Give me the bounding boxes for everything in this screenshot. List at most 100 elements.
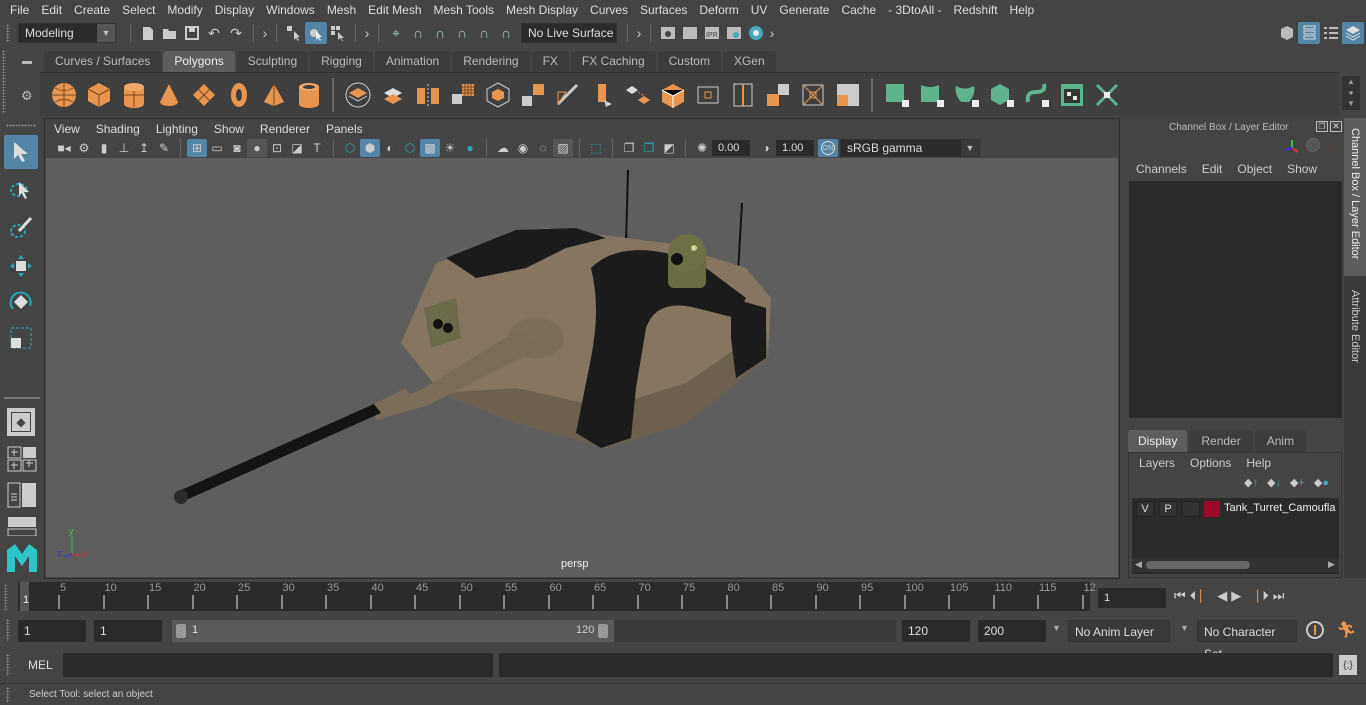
poly-cube-icon[interactable]: [81, 77, 116, 113]
menu-curves[interactable]: Curves: [584, 3, 634, 17]
grip-handle[interactable]: [6, 24, 10, 42]
speed-icon[interactable]: [1306, 138, 1320, 152]
exposure-field[interactable]: 0.00: [712, 140, 750, 156]
play-forward-icon[interactable]: ▶: [1231, 588, 1241, 604]
open-scene-icon[interactable]: [159, 22, 181, 44]
shadows-icon[interactable]: ●: [460, 139, 480, 157]
shelf-tab-xgen[interactable]: XGen: [722, 51, 776, 72]
shelf-tab-rigging[interactable]: Rigging: [310, 51, 373, 72]
use-default-material-icon[interactable]: ◐: [380, 139, 400, 157]
menu-select[interactable]: Select: [116, 3, 161, 17]
resolution-gate-icon[interactable]: ◙: [227, 139, 247, 157]
new-scene-icon[interactable]: [137, 22, 159, 44]
motion-blur-icon[interactable]: ◉: [513, 139, 533, 157]
fill-hole-icon[interactable]: [830, 77, 865, 113]
layer-tab-render[interactable]: Render: [1189, 430, 1253, 452]
playback-end-field[interactable]: 120: [902, 620, 970, 642]
layer-tab-display[interactable]: Display: [1128, 430, 1188, 452]
use-all-lights-icon[interactable]: ☀: [440, 139, 460, 157]
menu-cache[interactable]: Cache: [835, 3, 882, 17]
close-icon[interactable]: ✕: [1330, 121, 1342, 132]
rotate-tool-icon[interactable]: [4, 285, 38, 319]
cube-outline-icon[interactable]: [480, 77, 515, 113]
persp-graph-layout-icon[interactable]: [7, 516, 37, 537]
bookmark-icon[interactable]: ▮: [94, 139, 114, 157]
range-end-handle[interactable]: [598, 624, 608, 638]
new-layer-selected-icon[interactable]: ◆●: [1314, 476, 1329, 489]
modeling-toolkit-icon[interactable]: [1276, 22, 1298, 44]
select-object-icon[interactable]: [305, 22, 327, 44]
shelf-tab-rendering[interactable]: Rendering: [452, 51, 530, 72]
collapse-arrow-icon[interactable]: ›: [362, 22, 372, 44]
shelf-tab-fx[interactable]: FX: [531, 51, 569, 72]
single-perspective-layout-icon[interactable]: ◆: [7, 408, 35, 436]
bevel-icon[interactable]: [620, 77, 655, 113]
range-start-handle[interactable]: [176, 624, 186, 638]
script-editor-icon[interactable]: {;}: [1339, 655, 1357, 675]
shelf-scrollbar[interactable]: ▲ ● ▼: [1342, 76, 1360, 110]
poly-cylinder-icon[interactable]: [116, 77, 151, 113]
vp-menu-lighting[interactable]: Lighting: [148, 122, 206, 136]
shelf-tab-custom[interactable]: Custom: [657, 51, 721, 72]
anti-aliasing-icon[interactable]: ◌: [533, 139, 553, 157]
film-gate-icon[interactable]: ▭: [207, 139, 227, 157]
grid-icon[interactable]: ⊞: [187, 139, 207, 157]
attribute-editor-toggle-icon[interactable]: [1298, 22, 1320, 44]
select-component-icon[interactable]: [327, 22, 349, 44]
menu-edit-mesh[interactable]: Edit Mesh: [362, 3, 427, 17]
smooth-shade-icon[interactable]: ⬢: [360, 139, 380, 157]
menu-edit[interactable]: Edit: [35, 3, 68, 17]
smooth-icon[interactable]: [445, 77, 480, 113]
menu-modify[interactable]: Modify: [161, 3, 208, 17]
end-time-field[interactable]: 200: [978, 620, 1046, 642]
menu-file[interactable]: File: [4, 3, 35, 17]
menu-mesh-tools[interactable]: Mesh Tools: [428, 3, 500, 17]
grease-pencil-icon[interactable]: ✎: [154, 139, 174, 157]
shelf-menu-icon[interactable]: [22, 61, 32, 64]
channel-box-toggle-icon[interactable]: [1342, 22, 1364, 44]
menu-3dtoall[interactable]: - 3DtoAll -: [882, 3, 947, 17]
layout-uv-icon[interactable]: [1089, 77, 1124, 113]
next-key-icon[interactable]: ⎹: [1245, 588, 1258, 604]
move-tool-icon[interactable]: [4, 249, 38, 283]
multi-cut-icon[interactable]: [550, 77, 585, 113]
shelf-tab-animation[interactable]: Animation: [374, 51, 451, 72]
mirror-icon[interactable]: [410, 77, 445, 113]
grip-handle[interactable]: [2, 50, 6, 114]
separate-icon[interactable]: [375, 77, 410, 113]
layer-row[interactable]: V P Tank_Turret_Camoufla: [1132, 500, 1339, 520]
four-view-layout-icon[interactable]: [7, 446, 37, 472]
poly-plane-icon[interactable]: [186, 77, 221, 113]
menu-mesh[interactable]: Mesh: [321, 3, 362, 17]
layer-playback-toggle[interactable]: P: [1159, 501, 1177, 517]
scroll-right-icon[interactable]: ▶: [1328, 559, 1335, 570]
layer-horizontal-scrollbar[interactable]: ◀ ▶: [1132, 558, 1339, 572]
poly-torus-icon[interactable]: [221, 77, 256, 113]
3d-viewport[interactable]: y x z persp: [46, 158, 1118, 577]
vp-menu-show[interactable]: Show: [206, 122, 252, 136]
bridge-icon[interactable]: [655, 77, 690, 113]
channel-list[interactable]: [1129, 181, 1342, 418]
extract-icon[interactable]: [515, 77, 550, 113]
target-weld-icon[interactable]: [795, 77, 830, 113]
poly-pyramid-icon[interactable]: [256, 77, 291, 113]
merge-icon[interactable]: [760, 77, 795, 113]
go-to-start-icon[interactable]: ⏮: [1174, 588, 1186, 604]
cb-menu-object[interactable]: Object: [1237, 162, 1272, 176]
layer-visibility-toggle[interactable]: V: [1136, 501, 1154, 517]
field-chart-icon[interactable]: ⊡: [267, 139, 287, 157]
chevron-down-icon[interactable]: ▼: [1180, 623, 1189, 633]
snap-point-icon[interactable]: ∩: [429, 22, 451, 44]
tool-settings-icon[interactable]: [1320, 22, 1342, 44]
camera-icon[interactable]: ■◂: [54, 139, 74, 157]
go-to-end-icon[interactable]: ⏭: [1273, 588, 1285, 604]
time-slider[interactable]: 1 5 10 15 20 25 30 35 40 45 50 55 60 65 70 75 80 85 90 95 1…: [18, 582, 1096, 611]
safe-action-icon[interactable]: ◪: [287, 139, 307, 157]
character-set-dropdown[interactable]: No Character Set: [1197, 620, 1297, 661]
shelf-tab-curves-surfaces[interactable]: Curves / Surfaces: [44, 51, 162, 72]
redo-icon[interactable]: ↷: [225, 22, 247, 44]
render-settings-icon[interactable]: [723, 22, 745, 44]
le-menu-layers[interactable]: Layers: [1139, 456, 1175, 470]
image-plane-icon[interactable]: ⊥: [114, 139, 134, 157]
menu-generate[interactable]: Generate: [773, 3, 835, 17]
